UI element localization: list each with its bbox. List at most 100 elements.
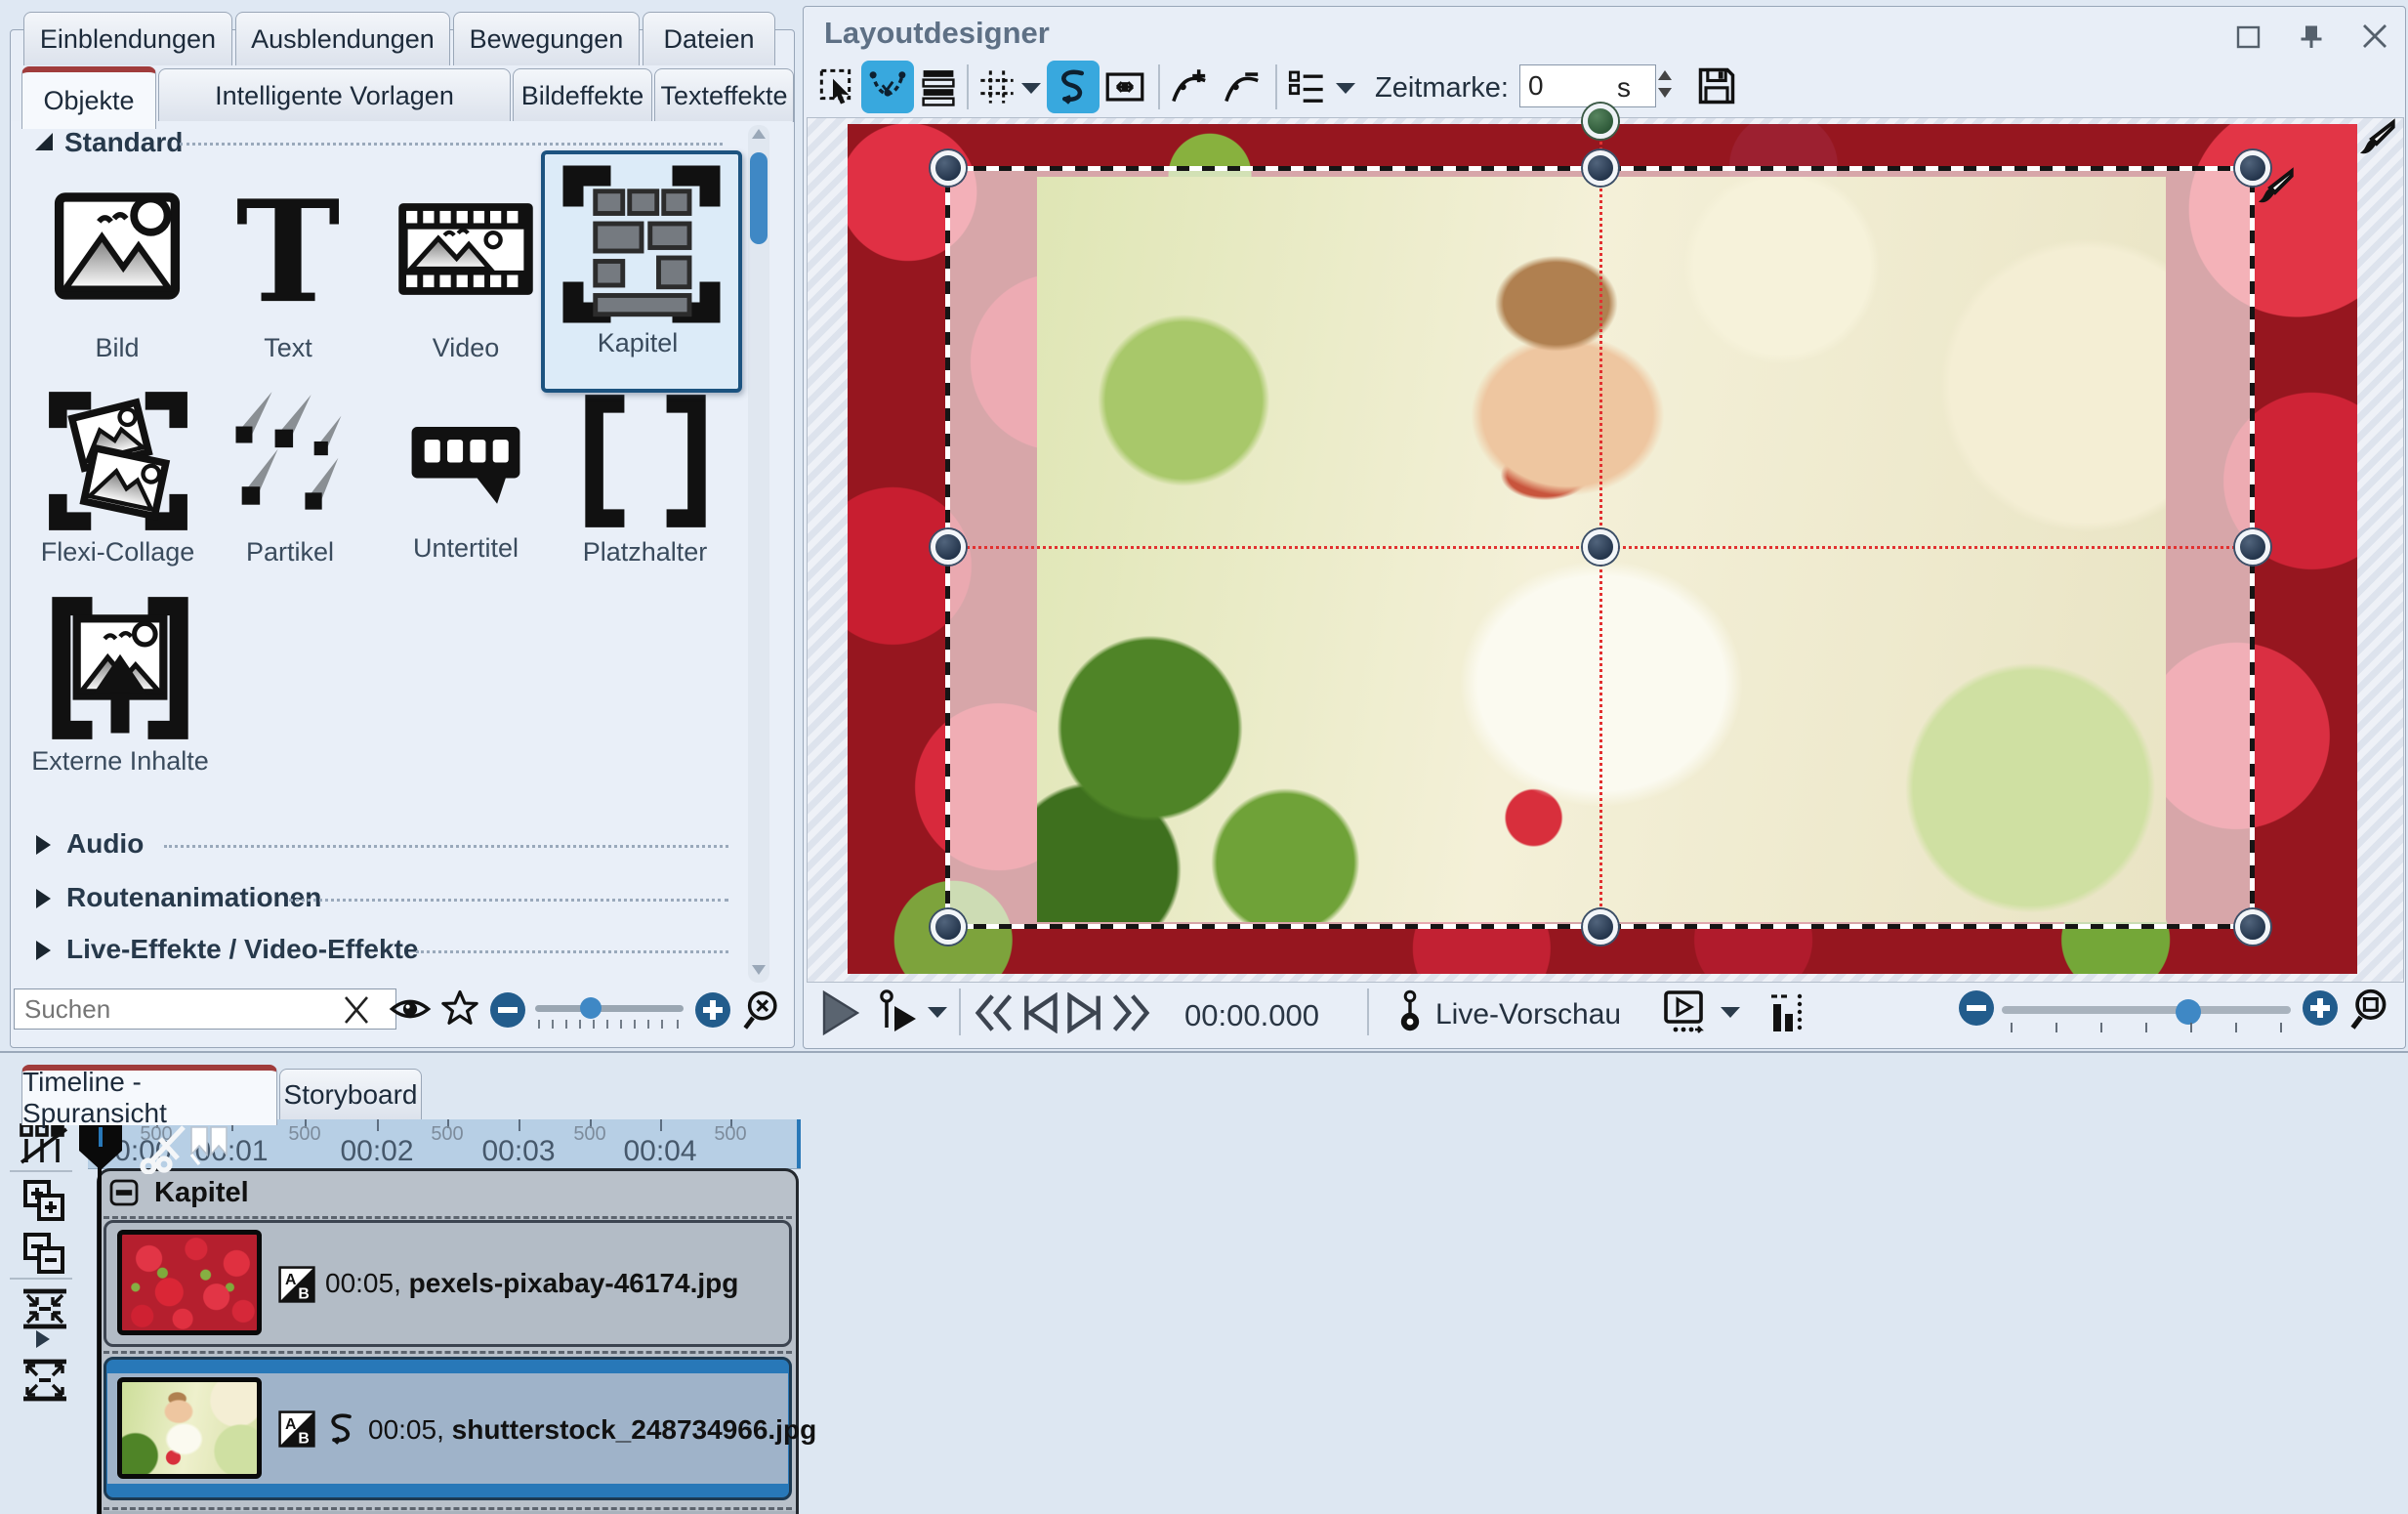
grid-dropdown-icon[interactable] <box>1019 80 1043 96</box>
skip-to-start-icon[interactable] <box>973 992 1016 1033</box>
remove-keyframe-button[interactable] <box>1219 63 1266 111</box>
shrink-track-height-icon[interactable] <box>20 1285 70 1332</box>
tab-objekte[interactable]: Objekte <box>21 66 156 129</box>
next-frame-icon[interactable] <box>1064 992 1105 1033</box>
handle-top-left[interactable] <box>931 150 966 186</box>
handle-middle-right[interactable] <box>2235 529 2270 565</box>
play-button[interactable] <box>820 990 859 1035</box>
canvas-zoom-slider[interactable] <box>2002 988 2291 1035</box>
slider-thumb[interactable] <box>580 997 602 1019</box>
curve-mode-button[interactable] <box>861 61 914 113</box>
object-item-label: Text <box>264 333 312 362</box>
objects-scrollbar[interactable] <box>748 125 769 983</box>
tab-timeline-spuransicht[interactable]: Timeline - Spuransicht <box>21 1065 277 1128</box>
track-height-expander-icon[interactable] <box>33 1328 53 1350</box>
object-item-flexi-collage[interactable]: Flexi-Collage <box>27 389 208 574</box>
object-item-kapitel[interactable]: Kapitel <box>541 150 742 393</box>
tab-label: Objekte <box>43 85 135 115</box>
zoom-out-button[interactable] <box>490 992 525 1028</box>
tab-bildeffekte[interactable]: Bildeffekte <box>513 68 652 122</box>
zeitmarke-input[interactable] <box>1519 64 1656 107</box>
reset-zoom-icon[interactable] <box>740 988 781 1031</box>
tab-texteffekte[interactable]: Texteffekte <box>654 68 794 122</box>
handle-middle-left[interactable] <box>931 529 966 565</box>
handle-bottom-center[interactable] <box>1583 909 1618 945</box>
canvas-zoom-out-button[interactable] <box>1959 990 1994 1026</box>
zeitmarke-spinner[interactable] <box>1652 64 1678 105</box>
ruler-minor-label: 500 <box>431 1123 464 1145</box>
expand-all-tracks-icon[interactable] <box>21 1178 70 1227</box>
flexi-collage-icon <box>48 392 187 530</box>
preview-monitor-icon[interactable] <box>1660 988 1707 1037</box>
clip-label: 00:05, pexels-pixabay-46174.jpg <box>325 1268 738 1299</box>
timeline-clip-2[interactable]: A B 00:05, shutterstock_248734966.jpg <box>104 1357 816 1500</box>
handle-bottom-left[interactable] <box>931 909 966 945</box>
tab-bewegungen[interactable]: Bewegungen <box>453 12 640 65</box>
spin-down-icon[interactable] <box>1656 86 1674 100</box>
tab-storyboard[interactable]: Storyboard <box>279 1069 422 1120</box>
scroll-up-icon[interactable] <box>751 127 767 141</box>
scrollbar-thumb[interactable] <box>750 152 768 244</box>
section-routenanimationen-toggle[interactable]: Routenanimationen <box>33 882 732 915</box>
scroll-down-icon[interactable] <box>751 963 767 977</box>
live-preview-label[interactable]: Live-Vorschau <box>1435 998 1621 1031</box>
object-item-platzhalter[interactable]: Platzhalter <box>564 389 726 574</box>
spin-up-icon[interactable] <box>1656 68 1674 82</box>
slider-track[interactable] <box>2002 1006 2291 1014</box>
thumbnail-size-slider[interactable] <box>535 988 684 1031</box>
split-scissors-icon[interactable] <box>135 1123 193 1174</box>
camera-pan-button[interactable] <box>1101 63 1148 111</box>
skip-to-end-icon[interactable] <box>1109 992 1152 1033</box>
canvas-zoom-in-button[interactable] <box>2303 990 2338 1026</box>
handle-bottom-right[interactable] <box>2235 909 2270 945</box>
favorites-star-icon[interactable] <box>439 988 480 1030</box>
playhead-line[interactable] <box>98 1119 102 1514</box>
monitor-dropdown-icon[interactable] <box>1719 1004 1742 1020</box>
clear-search-icon[interactable] <box>340 994 373 1026</box>
tab-label: Intelligente Vorlagen <box>215 80 454 110</box>
maximize-button[interactable] <box>2234 23 2263 51</box>
collapse-track-icon[interactable] <box>109 1179 139 1206</box>
grow-track-height-icon[interactable] <box>20 1356 70 1405</box>
fit-to-window-icon[interactable] <box>2347 987 2390 1031</box>
pin-button[interactable] <box>2297 21 2326 51</box>
preview-eye-icon[interactable] <box>389 992 432 1026</box>
zoom-in-button[interactable] <box>695 992 730 1028</box>
list-dropdown-icon[interactable] <box>1334 80 1357 96</box>
object-item-partikel[interactable]: Partikel <box>217 389 363 574</box>
tab-dateien[interactable]: Dateien <box>643 12 775 65</box>
range-marker-icon[interactable] <box>189 1125 232 1168</box>
object-list-button[interactable] <box>1283 63 1330 111</box>
add-keyframe-button[interactable] <box>1166 63 1213 111</box>
tab-einblendungen[interactable]: Einblendungen <box>23 12 232 65</box>
select-tool-button[interactable] <box>814 63 861 111</box>
chapter-track-header[interactable]: Kapitel <box>100 1171 796 1214</box>
zeitmarke-unit: s <box>1617 72 1631 103</box>
play-from-marker-button[interactable] <box>877 988 920 1037</box>
performance-stats-icon[interactable] <box>1765 988 1806 1037</box>
tab-intelligente-vorlagen[interactable]: Intelligente Vorlagen <box>158 68 511 122</box>
close-button[interactable] <box>2359 21 2390 51</box>
live-preview-pin-icon[interactable] <box>1391 988 1430 1037</box>
rotation-handle[interactable] <box>1583 104 1618 139</box>
tab-ausblendungen[interactable]: Ausblendungen <box>235 12 450 65</box>
object-item-untertitel[interactable]: Untertitel <box>393 389 539 574</box>
object-item-video[interactable]: Video <box>393 176 539 371</box>
section-live-effekte-toggle[interactable]: Live-Effekte / Video-Effekte <box>33 934 732 967</box>
save-icon[interactable] <box>1695 64 1738 107</box>
collapse-all-tracks-icon[interactable] <box>21 1231 70 1280</box>
handle-top-center[interactable] <box>1583 150 1618 186</box>
previous-frame-icon[interactable] <box>1019 992 1060 1033</box>
section-dotline <box>416 950 728 953</box>
motion-path-button[interactable] <box>1047 61 1100 113</box>
layers-button[interactable] <box>916 63 961 111</box>
slider-track[interactable] <box>535 1005 684 1012</box>
section-audio-toggle[interactable]: Audio <box>33 828 732 862</box>
handle-center[interactable] <box>1583 529 1618 565</box>
object-item-externe-inhalte[interactable]: Externe Inhalte <box>18 594 223 789</box>
object-item-text[interactable]: T Text <box>215 169 361 371</box>
timeline-clip-1[interactable]: A B 00:05, pexels-pixabay-46174.jpg <box>104 1220 792 1347</box>
object-item-bild[interactable]: Bild <box>44 176 190 371</box>
play-options-dropdown-icon[interactable] <box>926 1004 949 1020</box>
grid-button[interactable] <box>975 63 1019 111</box>
